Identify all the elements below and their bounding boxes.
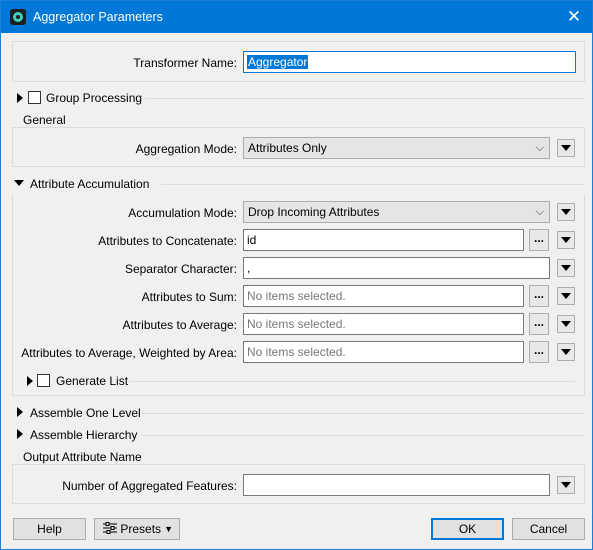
menu-arrow-icon[interactable] [557,476,575,494]
transformer-name-input[interactable]: Aggregator [243,51,576,73]
separator-label: Separator Character: [124,262,237,276]
aggregation-mode-select[interactable]: Attributes Only ⌵ [243,137,550,159]
accumulation-mode-label: Accumulation Mode: [128,206,237,220]
aggregation-mode-value: Attributes Only [248,141,327,155]
accumulation-mode-value: Drop Incoming Attributes [248,205,380,219]
assemble-one-level-label[interactable]: Assemble One Level [30,406,141,420]
menu-arrow-icon[interactable] [557,343,575,361]
average-input[interactable]: No items selected. [243,313,524,335]
cancel-button[interactable]: Cancel [512,518,585,540]
expand-arrow-icon[interactable] [17,93,23,103]
average-label: Attributes to Average: [122,318,237,332]
transformer-name-value: Aggregator [247,55,309,69]
group-processing-checkbox[interactable] [28,91,41,104]
divider [141,435,585,436]
generate-list-checkbox[interactable] [37,374,50,387]
presets-button[interactable]: Presets ▼ [94,518,180,540]
expand-arrow-icon[interactable] [17,407,23,417]
divider [141,413,585,414]
menu-arrow-icon[interactable] [557,259,575,277]
average-weighted-label: Attributes to Average, Weighted by Area: [21,346,237,360]
average-weighted-input[interactable]: No items selected. [243,341,524,363]
title-bar[interactable]: Aggregator Parameters ✕ [1,1,592,33]
chevron-down-icon: ⌵ [535,142,544,154]
separator-input[interactable]: , [243,257,550,279]
concat-browse-button[interactable]: ... [529,229,549,251]
output-title: Output Attribute Name [21,450,144,464]
aggregation-mode-label: Aggregation Mode: [135,142,237,156]
average-weighted-browse-button[interactable]: ... [529,341,549,363]
divider [129,381,575,382]
menu-arrow-icon[interactable] [557,231,575,249]
accumulation-mode-select[interactable]: Drop Incoming Attributes ⌵ [243,201,550,223]
menu-arrow-icon[interactable] [557,315,575,333]
close-icon[interactable]: ✕ [556,1,592,33]
attribute-accumulation-title[interactable]: Attribute Accumulation [30,177,149,191]
app-icon [10,9,26,25]
aggregated-count-label: Number of Aggregated Features: [62,479,237,493]
divider [145,98,585,99]
window-title: Aggregator Parameters [33,10,163,24]
help-button[interactable]: Help [13,518,86,540]
dialog-window: Aggregator Parameters ✕ Transformer Name… [0,0,593,550]
menu-arrow-icon[interactable] [557,203,575,221]
sum-input[interactable]: No items selected. [243,285,524,307]
average-browse-button[interactable]: ... [529,313,549,335]
chevron-down-icon: ⌵ [535,206,544,218]
collapse-arrow-icon[interactable] [14,180,24,186]
transformer-name-label: Transformer Name: [133,56,237,70]
ok-button[interactable]: OK [431,518,504,540]
chevron-down-icon: ▼ [164,524,173,534]
group-processing-label[interactable]: Group Processing [46,91,142,105]
menu-arrow-icon[interactable] [557,287,575,305]
generate-list-label[interactable]: Generate List [56,374,128,388]
sum-browse-button[interactable]: ... [529,285,549,307]
expand-arrow-icon[interactable] [27,376,33,386]
presets-label: Presets [120,522,162,536]
menu-arrow-icon[interactable] [557,139,575,157]
concat-label: Attributes to Concatenate: [98,234,237,248]
sum-label: Attributes to Sum: [141,290,237,304]
assemble-hierarchy-label[interactable]: Assemble Hierarchy [30,428,137,442]
expand-arrow-icon[interactable] [17,429,23,439]
sliders-icon [103,522,117,534]
concat-input[interactable]: id [243,229,524,251]
divider [161,184,585,185]
general-title: General [21,113,68,127]
aggregated-count-input[interactable] [243,474,550,496]
